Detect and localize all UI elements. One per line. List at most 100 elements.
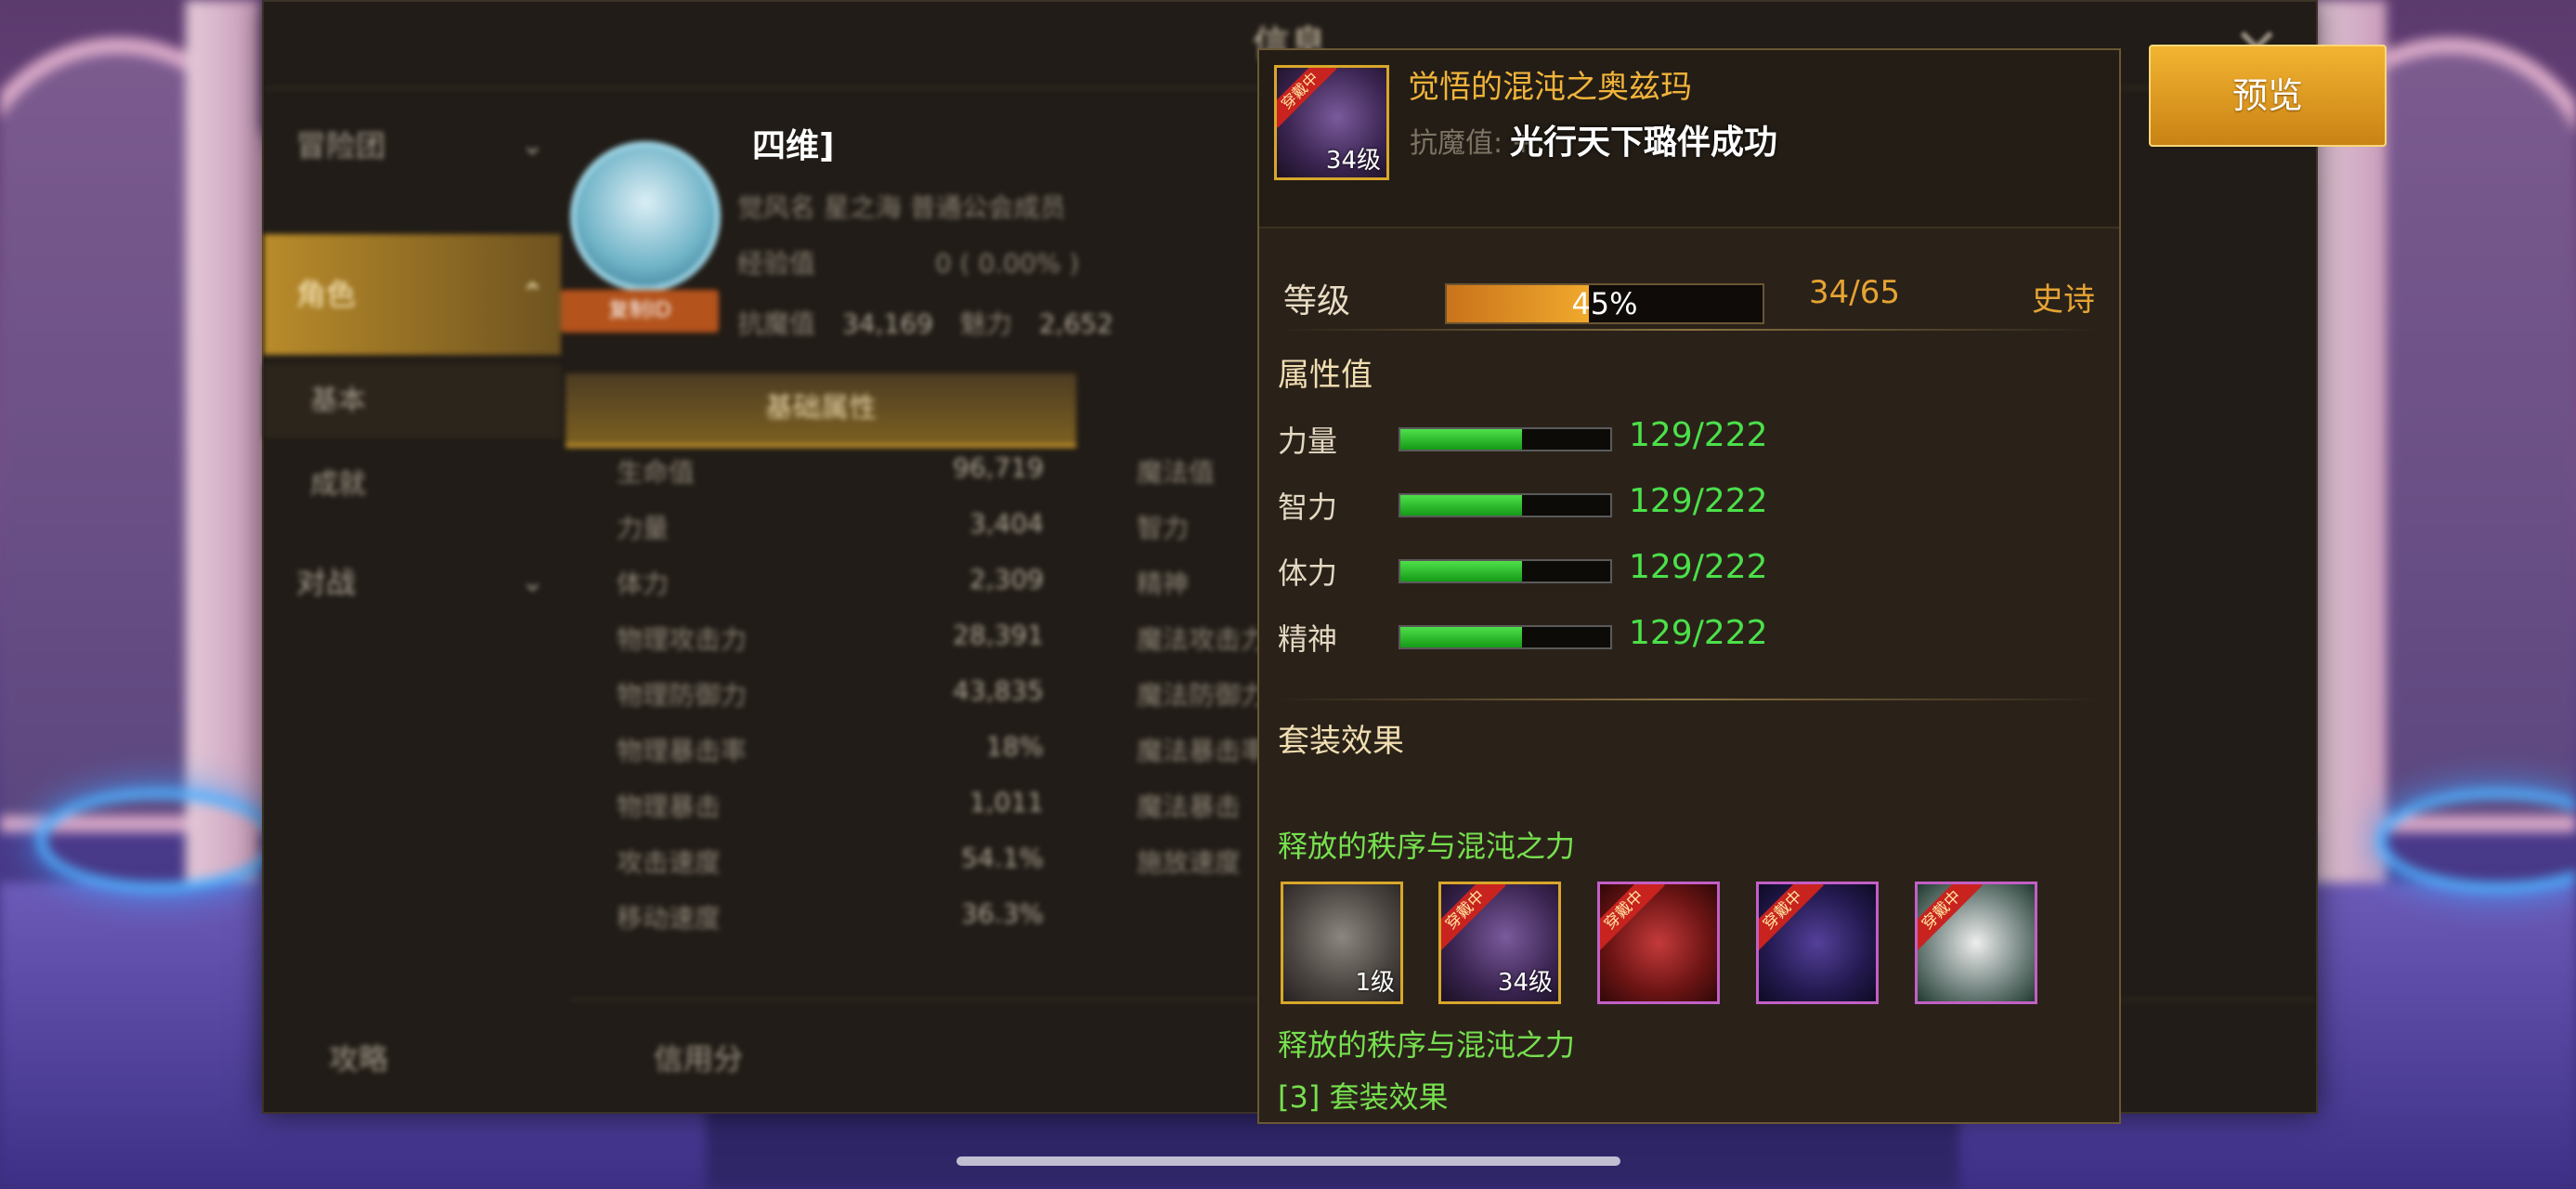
chevron-up-icon: ⌃	[520, 278, 544, 310]
stat-value: 18%	[985, 731, 1044, 762]
exp-value: 0 ( 0.00% )	[934, 248, 1080, 279]
nav-item-battle[interactable]: 对战 ⌄	[264, 541, 561, 624]
nav-sub-label: 成就	[310, 468, 366, 501]
stat-name: 物理暴击率	[617, 736, 748, 766]
nav-item-character[interactable]: 角色 ⌃	[264, 234, 561, 355]
chevron-down-icon: ⌄	[520, 129, 544, 162]
attr-bar-fill	[1400, 495, 1523, 516]
stat-name: 物理暴击	[617, 791, 722, 822]
background-pillar-left	[186, 0, 260, 892]
attr-bar	[1399, 559, 1612, 583]
equipped-badge: 穿戴中	[1441, 884, 1506, 951]
attr-row-intelligence: 智力 129/222	[1278, 477, 2095, 532]
set-item-icon-1[interactable]: 1级	[1281, 882, 1403, 1004]
set-effect-line: [3] 套装效果	[1278, 1079, 1449, 1115]
nav-item-adventure-group[interactable]: 冒险团 ⌄	[264, 104, 561, 188]
attr-value: 129/222	[1629, 416, 1768, 454]
set-item-icon-4[interactable]: 穿戴中	[1756, 882, 1879, 1004]
attr-name: 体力	[1278, 555, 1338, 591]
guide-button[interactable]: 攻略	[329, 1036, 388, 1078]
nav-sub-label: 基本	[310, 385, 366, 417]
set-name-top: 释放的秩序与混沌之力	[1278, 829, 1576, 864]
set-item-level: 1级	[1355, 969, 1395, 997]
attr-bar-fill	[1400, 627, 1523, 647]
stat-name: 攻击速度	[617, 847, 722, 878]
stat-name: 物理攻击力	[617, 624, 748, 655]
character-name-fragment: 四维]	[752, 127, 835, 165]
stat-name: 物理防御力	[617, 680, 748, 711]
left-nav: 冒险团 ⌄ 角色 ⌃ 基本 成就 对战 ⌄	[264, 104, 561, 1112]
exp-label: 经验值	[737, 248, 816, 279]
attr-name: 力量	[1278, 424, 1338, 459]
attr-bar-fill	[1400, 561, 1523, 581]
attr-row-vitality: 体力 129/222	[1278, 542, 2095, 598]
stat-name-right: 魔法暴击	[1137, 791, 1242, 822]
charm-label: 魅力	[959, 308, 1012, 339]
nav-item-label: 冒险团	[296, 128, 386, 163]
level-value: 34/65	[1809, 274, 1900, 311]
set-item-icon-2[interactable]: 穿戴中 34级	[1438, 882, 1561, 1004]
stat-name: 生命值	[617, 457, 696, 488]
set-item-level: 34级	[1497, 969, 1553, 997]
level-row: 等级 45% 34/65 史诗	[1259, 259, 2119, 333]
credit-score-button[interactable]: 信用分	[654, 1036, 743, 1078]
attr-bar	[1399, 493, 1612, 517]
tab-basic-attributes[interactable]: 基础属性	[566, 373, 1076, 448]
stat-name-right: 智力	[1137, 513, 1190, 543]
stat-value: 2,309	[969, 564, 1044, 594]
set-item-icon-3[interactable]: 穿戴中	[1597, 882, 1720, 1004]
attr-name: 智力	[1278, 490, 1338, 525]
attr-name: 精神	[1278, 621, 1338, 657]
rarity-grade: 史诗	[2032, 281, 2095, 319]
stat-name: 力量	[617, 513, 670, 543]
attr-value: 129/222	[1629, 548, 1768, 586]
copy-id-button[interactable]: 复制ID	[561, 290, 719, 333]
nav-item-label: 对战	[296, 565, 357, 600]
set-item-icon-5[interactable]: 穿戴中	[1915, 882, 2037, 1004]
set-name-bottom: 释放的秩序与混沌之力	[1278, 1027, 1576, 1063]
attr-bar	[1399, 625, 1612, 649]
nav-sub-basic[interactable]: 基本	[264, 364, 561, 438]
stat-name: 移动速度	[617, 903, 722, 934]
level-percent: 45%	[1571, 286, 1638, 321]
stat-name: 体力	[617, 568, 670, 599]
attr-value: 129/222	[1629, 482, 1768, 520]
equipped-badge: 穿戴中	[1277, 68, 1337, 128]
divider	[1278, 699, 2101, 700]
tooltip-header: 穿戴中 34级 觉悟的混沌之奥兹玛 抗魔值: + 光行天下璐伴成功	[1259, 50, 2119, 229]
attr-bar-fill	[1400, 429, 1523, 450]
stat-value: 3,404	[969, 508, 1044, 539]
stat-name-right: 精神	[1137, 568, 1190, 599]
toast-message: 光行天下璐伴成功	[1510, 124, 1778, 162]
item-name: 觉悟的混沌之奥兹玛	[1408, 69, 1692, 106]
nav-item-label: 角色	[296, 277, 357, 312]
stat-value: 36.3%	[961, 898, 1044, 929]
stat-value: 1,011	[969, 787, 1044, 817]
preview-button[interactable]: 预览	[2149, 45, 2387, 147]
home-indicator[interactable]	[956, 1156, 1620, 1166]
stat-name-right: 魔法攻击力	[1137, 624, 1268, 655]
stat-name-right: 魔法暴击率	[1137, 736, 1268, 766]
background-magic-circle-left	[37, 790, 279, 892]
avatar[interactable]	[570, 141, 721, 292]
resist-label: 抗魔值	[737, 308, 816, 339]
attr-bar	[1399, 427, 1612, 451]
stat-name-right: 魔法值	[1137, 457, 1216, 488]
resist-line: 抗魔值 34,169 魅力 2,652	[737, 304, 1113, 341]
attr-value: 129/222	[1629, 614, 1768, 652]
stat-value: 96,719	[953, 452, 1044, 483]
exp-line: 经验值 0 ( 0.00% )	[737, 243, 1079, 281]
resist-value: 34,169	[841, 308, 933, 339]
nav-sub-achievement[interactable]: 成就	[264, 448, 561, 522]
stat-value: 54.1%	[961, 843, 1044, 873]
chevron-down-icon: ⌄	[520, 566, 544, 598]
charm-value: 2,652	[1038, 308, 1113, 339]
stat-value: 43,835	[953, 675, 1044, 706]
stat-name-right: 魔法防御力	[1137, 680, 1268, 711]
item-level: 34级	[1325, 147, 1381, 175]
stat-value: 28,391	[953, 620, 1044, 650]
guild-line: 觉风名 星之海 普通公会成员	[737, 192, 1066, 223]
attr-row-spirit: 精神 129/222	[1278, 608, 2095, 664]
equipped-badge: 穿戴中	[1759, 884, 1824, 951]
attr-section-title: 属性值	[1278, 357, 1373, 394]
